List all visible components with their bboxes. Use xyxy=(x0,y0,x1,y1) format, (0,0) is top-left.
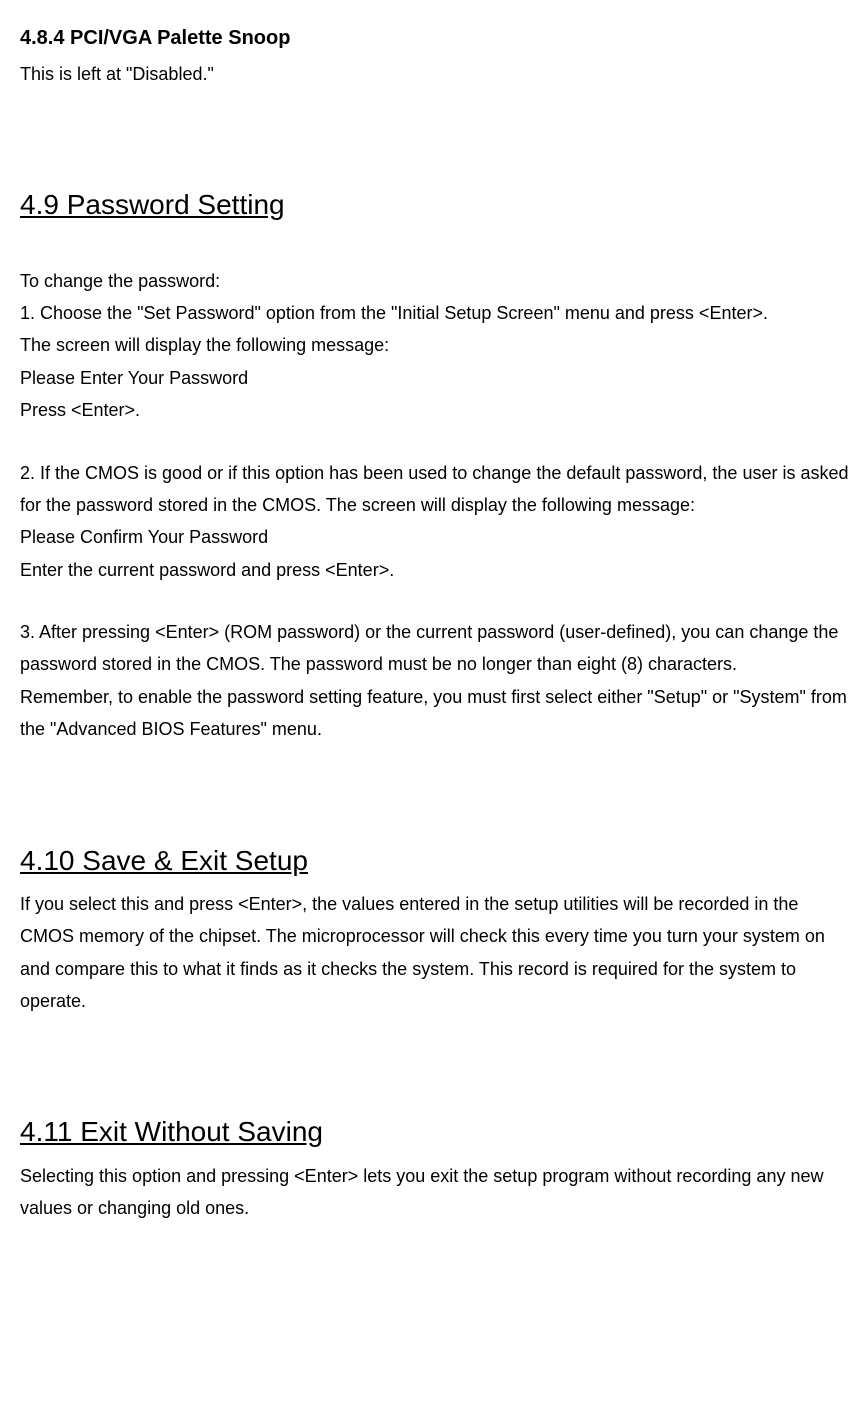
section-49-step1a: 1. Choose the "Set Password" option from… xyxy=(20,297,852,329)
section-410-title: 4.10 Save & Exit Setup xyxy=(20,841,852,880)
section-411-text: Selecting this option and pressing <Ente… xyxy=(20,1160,852,1225)
section-49-step2c: Enter the current password and press <En… xyxy=(20,554,852,586)
section-49-step1c: Please Enter Your Password xyxy=(20,362,852,394)
section-411-title: 4.11 Exit Without Saving xyxy=(20,1112,852,1151)
section-49-step2b: Please Confirm Your Password xyxy=(20,521,852,553)
section-49-step3b: Remember, to enable the password setting… xyxy=(20,681,852,746)
section-484-text: This is left at "Disabled." xyxy=(20,58,852,90)
section-49-intro: To change the password: xyxy=(20,265,852,297)
section-49-step2a: 2. If the CMOS is good or if this option… xyxy=(20,457,852,522)
section-410-text: If you select this and press <Enter>, th… xyxy=(20,888,852,1018)
section-484-title: 4.8.4 PCI/VGA Palette Snoop xyxy=(20,20,852,56)
section-49-step3a: 3. After pressing <Enter> (ROM password)… xyxy=(20,616,852,681)
section-49-title: 4.9 Password Setting xyxy=(20,185,852,224)
section-49-step1b: The screen will display the following me… xyxy=(20,329,852,361)
section-49-step1d: Press <Enter>. xyxy=(20,394,852,426)
